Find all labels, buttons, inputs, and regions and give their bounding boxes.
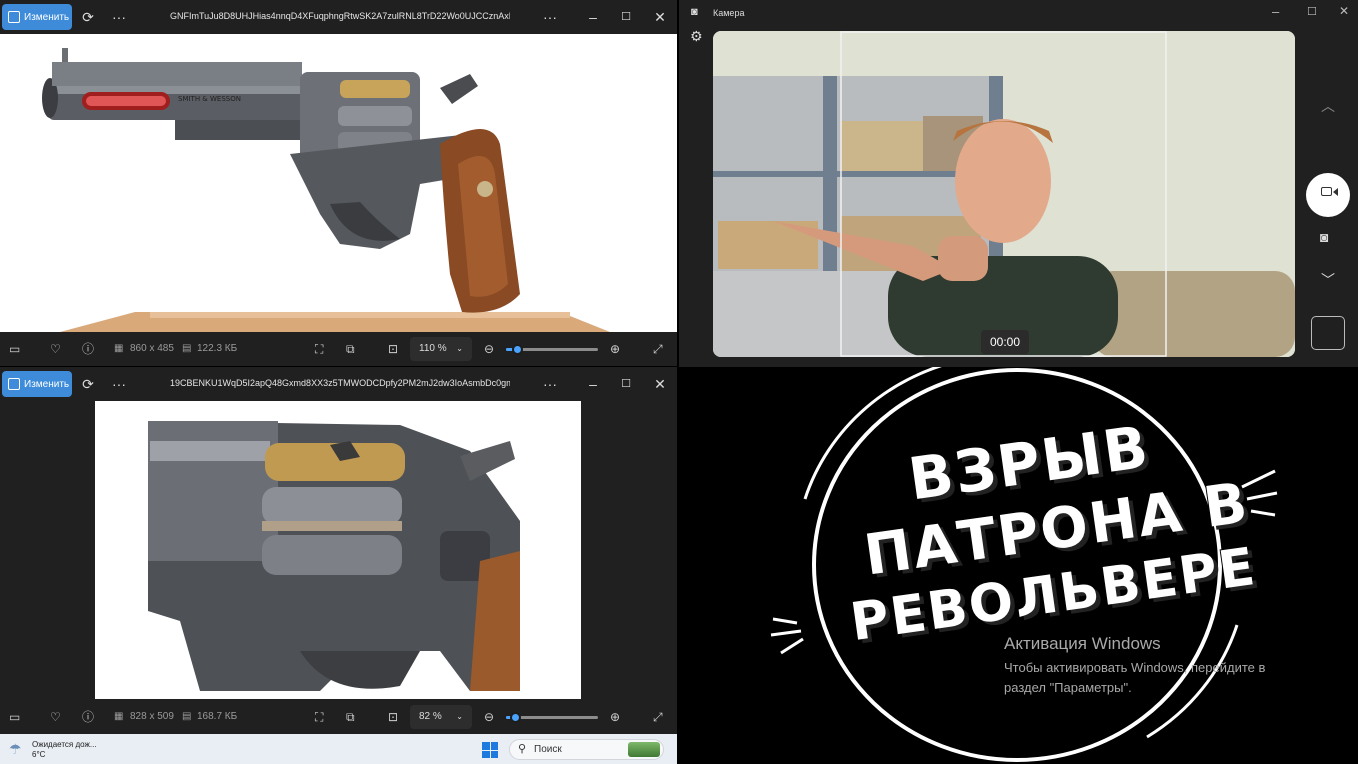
zoom-slider[interactable] [506,712,598,723]
maximize-icon[interactable]: ☐ [1307,5,1317,18]
taskbar: ☂ Ожидается дож... 6°C ⚲ Поиск [0,734,677,764]
favorite-icon[interactable]: ♡ [50,709,61,725]
gallery-thumbnail[interactable] [1311,316,1345,350]
camera-preview[interactable] [713,31,1295,357]
weather-temperature: 6°C [32,750,46,759]
revolver-photo: SMITH & WESSON [42,48,610,332]
search-placeholder: Поиск [534,744,562,755]
video-camera-icon [1321,187,1332,196]
image-dimensions: 860 x 485 [130,343,174,354]
favorite-icon[interactable]: ♡ [50,341,61,357]
maximize-icon[interactable]: ☐ [617,8,635,26]
weather-icon[interactable]: ☂ [9,741,22,758]
more-options-icon[interactable]: ··· [110,8,128,26]
title-bar[interactable]: Изменить ⟳ ··· GNFImTuJu8D8UHJHias4nnqD4… [0,0,677,34]
zoom-out-icon[interactable]: ⊖ [484,709,494,725]
filmstrip-icon[interactable]: ▭ [9,341,20,357]
dimensions-icon: ▦ [114,711,124,722]
compare-icon[interactable]: ⧉ [346,341,355,357]
activation-title: Активация Windows [1004,634,1161,653]
windows-start-icon[interactable] [482,742,498,758]
image-file-size: 122.3 КБ [197,343,238,354]
photo-canvas[interactable] [0,401,677,699]
close-icon[interactable]: ✕ [651,375,669,393]
chevron-down-icon: ⌄ [456,344,463,353]
filmstrip-icon[interactable]: ▭ [9,709,20,725]
edit-button-label: Изменить [24,11,70,23]
compare-icon[interactable]: ⧉ [346,709,355,725]
more-options-icon[interactable]: ··· [110,375,128,393]
taskbar-search[interactable]: ⚲ Поиск [509,739,664,760]
zoom-selector[interactable]: 82 % ⌄ [410,705,472,729]
windows-activation-watermark: Активация Windows Чтобы активировать Win… [1004,634,1265,698]
more-options-icon[interactable]: ··· [541,8,559,26]
image-file-size: 168.7 КБ [197,711,238,722]
recording-timer: 00:00 [981,330,1029,354]
photo-mode-camera-icon[interactable]: ◙ [1320,229,1328,245]
video-camera-lens-icon [1333,188,1338,196]
edit-button[interactable]: Изменить [2,371,72,397]
zoom-slider-knob[interactable] [512,344,523,355]
svg-text:SMITH & WESSON: SMITH & WESSON [178,95,241,103]
title-bar[interactable]: Изменить ⟳ ··· 19CBENKU1WqD5I2apQ48Gxmd8… [0,367,677,401]
more-options-icon[interactable]: ··· [541,375,559,393]
close-icon[interactable]: ✕ [651,8,669,26]
file-name: GNFImTuJu8D8UHJHias4nnqD4XFuqphngRtwSK2A… [170,11,510,21]
fullscreen-icon[interactable]: ⤢ [653,709,663,725]
zoom-value: 82 % [419,711,442,722]
close-icon[interactable]: ✕ [1339,4,1349,18]
camera-window-title: Камера [713,8,745,18]
camera-app-icon: ◙ [691,6,698,18]
maximize-icon[interactable]: ☐ [617,375,635,393]
filesize-icon: ▤ [182,343,192,354]
zoom-slider-knob[interactable] [510,712,521,723]
chevron-down-icon[interactable]: ﹀ [1321,270,1335,290]
info-icon[interactable]: ⓘ [82,709,94,725]
image-dimensions: 828 x 509 [130,711,174,722]
status-bar: ▭ ♡ ⓘ ▦ 828 x 509 ▤ 168.7 КБ ⛶ ⧉ ⊡ 82 % … [0,700,677,734]
filesize-icon: ▤ [182,711,192,722]
title-card: ВЗРЫВ ПАТРОНА В РЕВОЛЬВЕРЕ Активация Win… [677,367,1358,764]
rotate-icon[interactable]: ⟳ [79,8,97,26]
minimize-icon[interactable]: – [584,8,602,26]
weather-forecast: Ожидается дож... [32,740,97,749]
settings-gear-icon[interactable]: ⚙ [690,28,703,45]
edit-button-label: Изменить [24,378,70,390]
status-bar: ▭ ♡ ⓘ ▦ 860 x 485 ▤ 122.3 КБ ⛶ ⧉ ⊡ 110 %… [0,332,677,366]
crop-icon[interactable]: ⛶ [315,709,323,725]
edit-icon [8,378,20,390]
edit-icon [8,11,20,23]
video-mode-button[interactable] [1306,173,1350,217]
edit-button[interactable]: Изменить [2,4,72,30]
crop-icon[interactable]: ⛶ [315,341,323,357]
revolver-closeup-photo [95,401,581,699]
weather-widget[interactable]: Ожидается дож... 6°C [32,740,97,760]
zoom-selector[interactable]: 110 % ⌄ [410,337,472,361]
zoom-slider[interactable] [506,344,598,355]
activation-line-1: Чтобы активировать Windows, перейдите в [1004,660,1266,675]
minimize-icon[interactable]: – [1272,4,1279,19]
zoom-in-icon[interactable]: ⊕ [610,709,620,725]
search-highlight-icon [628,742,660,757]
chevron-down-icon: ⌄ [456,712,463,721]
search-icon: ⚲ [518,743,527,755]
file-name: 19CBENKU1WqD5I2apQ48Gxmd8XX3z5TMWODCDpfy… [170,378,510,388]
minimize-icon[interactable]: – [584,375,602,393]
fit-to-window-icon[interactable]: ⊡ [388,341,398,357]
zoom-in-icon[interactable]: ⊕ [610,341,620,357]
actual-size-icon[interactable]: ⊡ [388,709,398,725]
photo-viewer-top: Изменить ⟳ ··· GNFImTuJu8D8UHJHias4nnqD4… [0,0,677,366]
camera-window: ◙ Камера – ☐ ✕ ⚙ 00:00 ︿ ◙ ﹀ [679,0,1358,367]
camera-video-feed [713,31,1295,357]
fullscreen-icon[interactable]: ⤢ [653,341,663,357]
photo-viewer-bottom: Изменить ⟳ ··· 19CBENKU1WqD5I2apQ48Gxmd8… [0,367,677,734]
zoom-value: 110 % [419,343,447,354]
dimensions-icon: ▦ [114,343,124,354]
photo-canvas[interactable]: SMITH & WESSON [0,34,677,332]
chevron-up-icon[interactable]: ︿ [1321,96,1335,116]
activation-line-2: раздел "Параметры". [1004,680,1132,695]
rotate-icon[interactable]: ⟳ [79,375,97,393]
zoom-out-icon[interactable]: ⊖ [484,341,494,357]
info-icon[interactable]: ⓘ [82,341,94,357]
